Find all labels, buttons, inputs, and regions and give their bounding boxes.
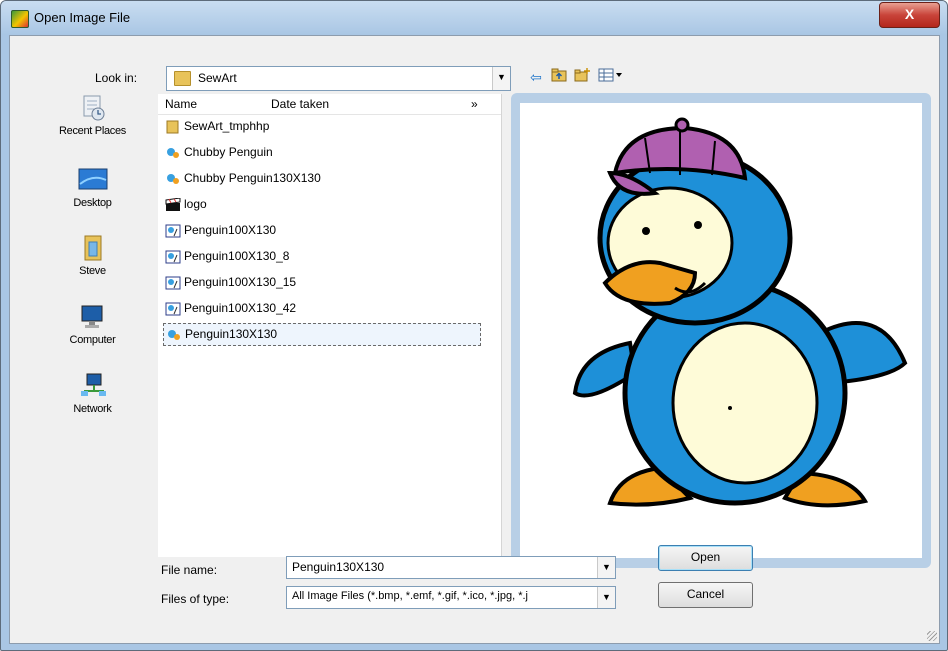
image-file-icon	[165, 172, 181, 186]
computer-icon	[78, 303, 108, 331]
column-date-taken[interactable]: Date taken	[271, 97, 329, 111]
title-bar[interactable]: Open Image File X	[1, 1, 947, 35]
preview-frame	[511, 93, 931, 568]
image-file-icon	[165, 224, 181, 238]
open-image-dialog: Open Image File X Look in: SewArt ▼ ⇦ Re…	[0, 0, 948, 651]
places-bar: Recent Places Desktop Steve Computer Net…	[40, 94, 145, 557]
preview-image-area	[520, 103, 922, 558]
desktop-icon	[78, 166, 108, 194]
column-name[interactable]: Name	[165, 97, 197, 111]
app-image-icon	[11, 10, 29, 28]
image-file-icon	[166, 328, 182, 342]
views-menu-icon[interactable]	[597, 68, 625, 86]
chevron-down-icon[interactable]: ▼	[597, 587, 615, 608]
lookin-dropdown[interactable]: SewArt ▼	[166, 66, 511, 91]
file-item[interactable]: Penguin100X130_15	[165, 272, 296, 293]
open-button[interactable]: Open	[658, 545, 753, 571]
lookin-label: Look in:	[95, 71, 138, 85]
filename-input[interactable]: Penguin130X130 ▼	[286, 556, 616, 579]
lookin-value: SewArt	[198, 71, 237, 85]
image-file-icon	[165, 276, 181, 290]
resize-grip[interactable]	[927, 631, 937, 641]
close-button[interactable]: X	[879, 2, 940, 28]
folder-icon	[174, 71, 191, 86]
file-item[interactable]: Penguin100X130_8	[165, 246, 289, 267]
file-item[interactable]: Chubby Penguin	[165, 142, 273, 163]
file-item[interactable]: logo	[165, 194, 207, 215]
file-item-selected[interactable]: Penguin130X130	[163, 323, 481, 346]
image-file-icon	[165, 146, 181, 160]
back-arrow-icon[interactable]: ⇦	[527, 68, 545, 86]
place-computer[interactable]: Computer	[40, 303, 145, 346]
file-list[interactable]: Name Date taken » SewArt_tmphhp Chubby P…	[158, 94, 502, 557]
place-network[interactable]: Network	[40, 372, 145, 415]
image-file-icon	[165, 302, 181, 316]
up-folder-icon[interactable]	[550, 68, 568, 86]
place-recent-places[interactable]: Recent Places	[40, 94, 145, 137]
network-icon	[78, 372, 108, 400]
image-file-icon	[165, 250, 181, 264]
dialog-body: Look in: SewArt ▼ ⇦ Recent Places Deskto…	[9, 35, 940, 644]
user-folder-icon	[78, 234, 108, 262]
file-list-header: Name Date taken »	[158, 94, 501, 115]
file-item[interactable]: Chubby Penguin130X130	[165, 168, 321, 189]
place-user-steve[interactable]: Steve	[40, 234, 145, 277]
filetype-select[interactable]: All Image Files (*.bmp, *.emf, *.gif, *.…	[286, 586, 616, 609]
penguin-preview-image	[572, 117, 908, 508]
cancel-button[interactable]: Cancel	[658, 582, 753, 608]
file-item[interactable]: Penguin100X130_42	[165, 298, 296, 319]
recent-places-icon	[78, 94, 108, 122]
folder-icon	[165, 120, 181, 134]
place-desktop[interactable]: Desktop	[40, 166, 145, 209]
chevron-down-icon[interactable]: ▼	[492, 67, 510, 90]
chevron-down-icon[interactable]: ▼	[597, 557, 615, 578]
clapper-file-icon	[165, 197, 181, 212]
file-item[interactable]: SewArt_tmphhp	[165, 116, 269, 137]
column-more[interactable]: »	[471, 97, 478, 111]
filetype-label: Files of type:	[161, 592, 230, 606]
new-folder-icon[interactable]	[573, 68, 591, 86]
filename-label: File name:	[161, 563, 218, 577]
dialog-title: Open Image File	[34, 10, 131, 25]
file-item[interactable]: Penguin100X130	[165, 220, 276, 241]
